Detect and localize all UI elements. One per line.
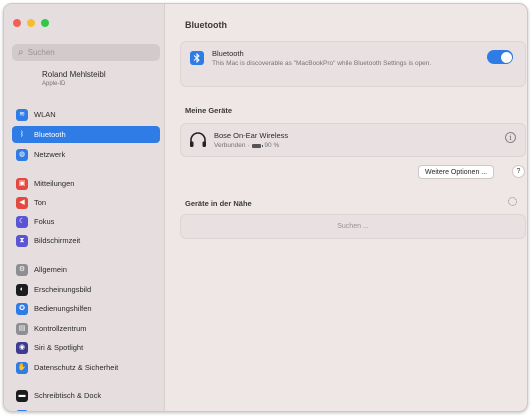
sidebar-item-label: Bluetooth bbox=[34, 130, 66, 139]
moon-icon: ☾ bbox=[16, 215, 28, 228]
sidebar-item-label: Fokus bbox=[34, 217, 55, 226]
wifi-icon: ≋ bbox=[16, 108, 28, 121]
sidebar-item-label: Bildschirmzeit bbox=[34, 236, 81, 245]
search-icon: ⌕ bbox=[18, 47, 24, 58]
bluetooth-title: Bluetooth bbox=[212, 49, 244, 58]
nearby-searching-text: Suchen ... bbox=[337, 223, 369, 230]
sidebar-item-ton[interactable]: ◀ Ton bbox=[12, 194, 160, 211]
sidebar-item-label: Datenschutz & Sicherheit bbox=[34, 363, 119, 372]
sidebar-item-label: Ton bbox=[34, 198, 47, 207]
dock-icon: ▬ bbox=[16, 389, 28, 402]
sidebar-item-label: Kontrollzentrum bbox=[34, 324, 87, 333]
main-pane: Bluetooth Bluetooth This Mac is discover… bbox=[165, 4, 527, 411]
search-field[interactable]: ⌕ bbox=[12, 44, 160, 61]
sidebar: ⌕ Roland Mehlsteibl Apple-ID ≋ WLAN ᛒ Bluet… bbox=[4, 4, 165, 411]
device-info-button[interactable]: i bbox=[505, 132, 516, 143]
sidebar-item-label: Siri & Spotlight bbox=[34, 343, 84, 352]
sidebar-item-label: Bedienungshilfen bbox=[34, 304, 92, 313]
sidebar-item-label: Schreibtisch & Dock bbox=[34, 391, 102, 400]
control-center-icon: ▤ bbox=[16, 322, 28, 335]
sidebar-item-label: Mitteilungen bbox=[34, 179, 75, 188]
account-name: Roland Mehlsteibl bbox=[42, 70, 106, 79]
sidebar-item-wlan[interactable]: ≋ WLAN bbox=[12, 106, 160, 123]
search-input[interactable] bbox=[27, 48, 148, 57]
zoom-button[interactable] bbox=[41, 19, 49, 27]
hourglass-icon: ⧗ bbox=[16, 234, 28, 247]
display-icon: ▭ bbox=[16, 409, 28, 411]
apple-id-account[interactable]: Roland Mehlsteibl Apple-ID bbox=[16, 70, 106, 88]
device-name: Bose On-Ear Wireless bbox=[214, 131, 289, 140]
toggle-knob bbox=[500, 51, 512, 63]
sidebar-item-label: Displays bbox=[34, 411, 62, 412]
battery-icon bbox=[252, 143, 264, 148]
apple-logo-icon bbox=[16, 70, 34, 88]
siri-icon: ◉ bbox=[16, 341, 28, 354]
my-devices-heading: Meine Geräte bbox=[185, 106, 233, 115]
sidebar-item-label: Allgemein bbox=[34, 265, 67, 274]
battery-level: 90 % bbox=[264, 142, 280, 149]
close-button[interactable] bbox=[13, 19, 21, 27]
hand-icon: ✋ bbox=[16, 361, 28, 374]
sidebar-item-allgemein[interactable]: ⚙ Allgemein bbox=[12, 261, 160, 278]
account-subtitle: Apple-ID bbox=[42, 81, 66, 87]
sidebar-item-displays[interactable]: ▭ Displays bbox=[12, 407, 160, 412]
accessibility-icon: ✪ bbox=[16, 302, 28, 315]
sidebar-item-schreibtisch-dock[interactable]: ▬ Schreibtisch & Dock bbox=[12, 387, 160, 404]
globe-icon: ◍ bbox=[16, 148, 28, 161]
sidebar-item-mitteilungen[interactable]: ▣ Mitteilungen bbox=[12, 175, 160, 192]
help-button[interactable]: ? bbox=[512, 165, 525, 178]
sidebar-item-datenschutz-sicherheit[interactable]: ✋ Datenschutz & Sicherheit bbox=[12, 359, 160, 376]
sidebar-item-fokus[interactable]: ☾ Fokus bbox=[12, 213, 160, 230]
nearby-devices-heading: Geräte in der Nähe bbox=[185, 199, 252, 208]
sidebar-item-label: Netzwerk bbox=[34, 150, 66, 159]
bell-icon: ▣ bbox=[16, 177, 28, 190]
sidebar-item-siri-spotlight[interactable]: ◉ Siri & Spotlight bbox=[12, 339, 160, 356]
sidebar-item-label: WLAN bbox=[34, 110, 56, 119]
more-options-button[interactable]: Weitere Optionen ... bbox=[418, 165, 495, 179]
bluetooth-description: This Mac is discoverable as "MacBookPro"… bbox=[212, 60, 432, 67]
device-row[interactable]: Bose On-Ear Wireless Verbunden · 90 % i bbox=[180, 123, 526, 157]
bluetooth-icon bbox=[190, 51, 204, 65]
appearance-icon: ◐ bbox=[16, 283, 28, 296]
sidebar-item-bedienungshilfen[interactable]: ✪ Bedienungshilfen bbox=[12, 300, 160, 317]
bluetooth-toggle-card: Bluetooth This Mac is discoverable as "M… bbox=[180, 41, 526, 87]
page-title: Bluetooth bbox=[185, 20, 227, 30]
sidebar-item-bildschirmzeit[interactable]: ⧗ Bildschirmzeit bbox=[12, 232, 160, 249]
loading-spinner-icon bbox=[508, 197, 517, 206]
minimize-button[interactable] bbox=[27, 19, 35, 27]
settings-window: ⌕ Roland Mehlsteibl Apple-ID ≋ WLAN ᛒ Bluet… bbox=[3, 3, 528, 412]
sidebar-item-bluetooth[interactable]: ᛒ Bluetooth bbox=[12, 126, 160, 143]
sidebar-item-erscheinungsbild[interactable]: ◐ Erscheinungsbild bbox=[12, 281, 160, 298]
device-status: Verbunden · 90 % bbox=[214, 142, 279, 149]
window-controls bbox=[13, 19, 49, 27]
gear-icon: ⚙ bbox=[16, 263, 28, 276]
nearby-devices-card: Suchen ... bbox=[180, 214, 526, 239]
bluetooth-icon: ᛒ bbox=[16, 128, 28, 141]
bluetooth-toggle[interactable] bbox=[487, 50, 513, 64]
connection-status: Verbunden · bbox=[214, 142, 250, 149]
speaker-icon: ◀ bbox=[16, 196, 28, 209]
sidebar-item-kontrollzentrum[interactable]: ▤ Kontrollzentrum bbox=[12, 320, 160, 337]
sidebar-item-netzwerk[interactable]: ◍ Netzwerk bbox=[12, 146, 160, 163]
sidebar-item-label: Erscheinungsbild bbox=[34, 285, 92, 294]
headphones-icon bbox=[190, 132, 206, 147]
